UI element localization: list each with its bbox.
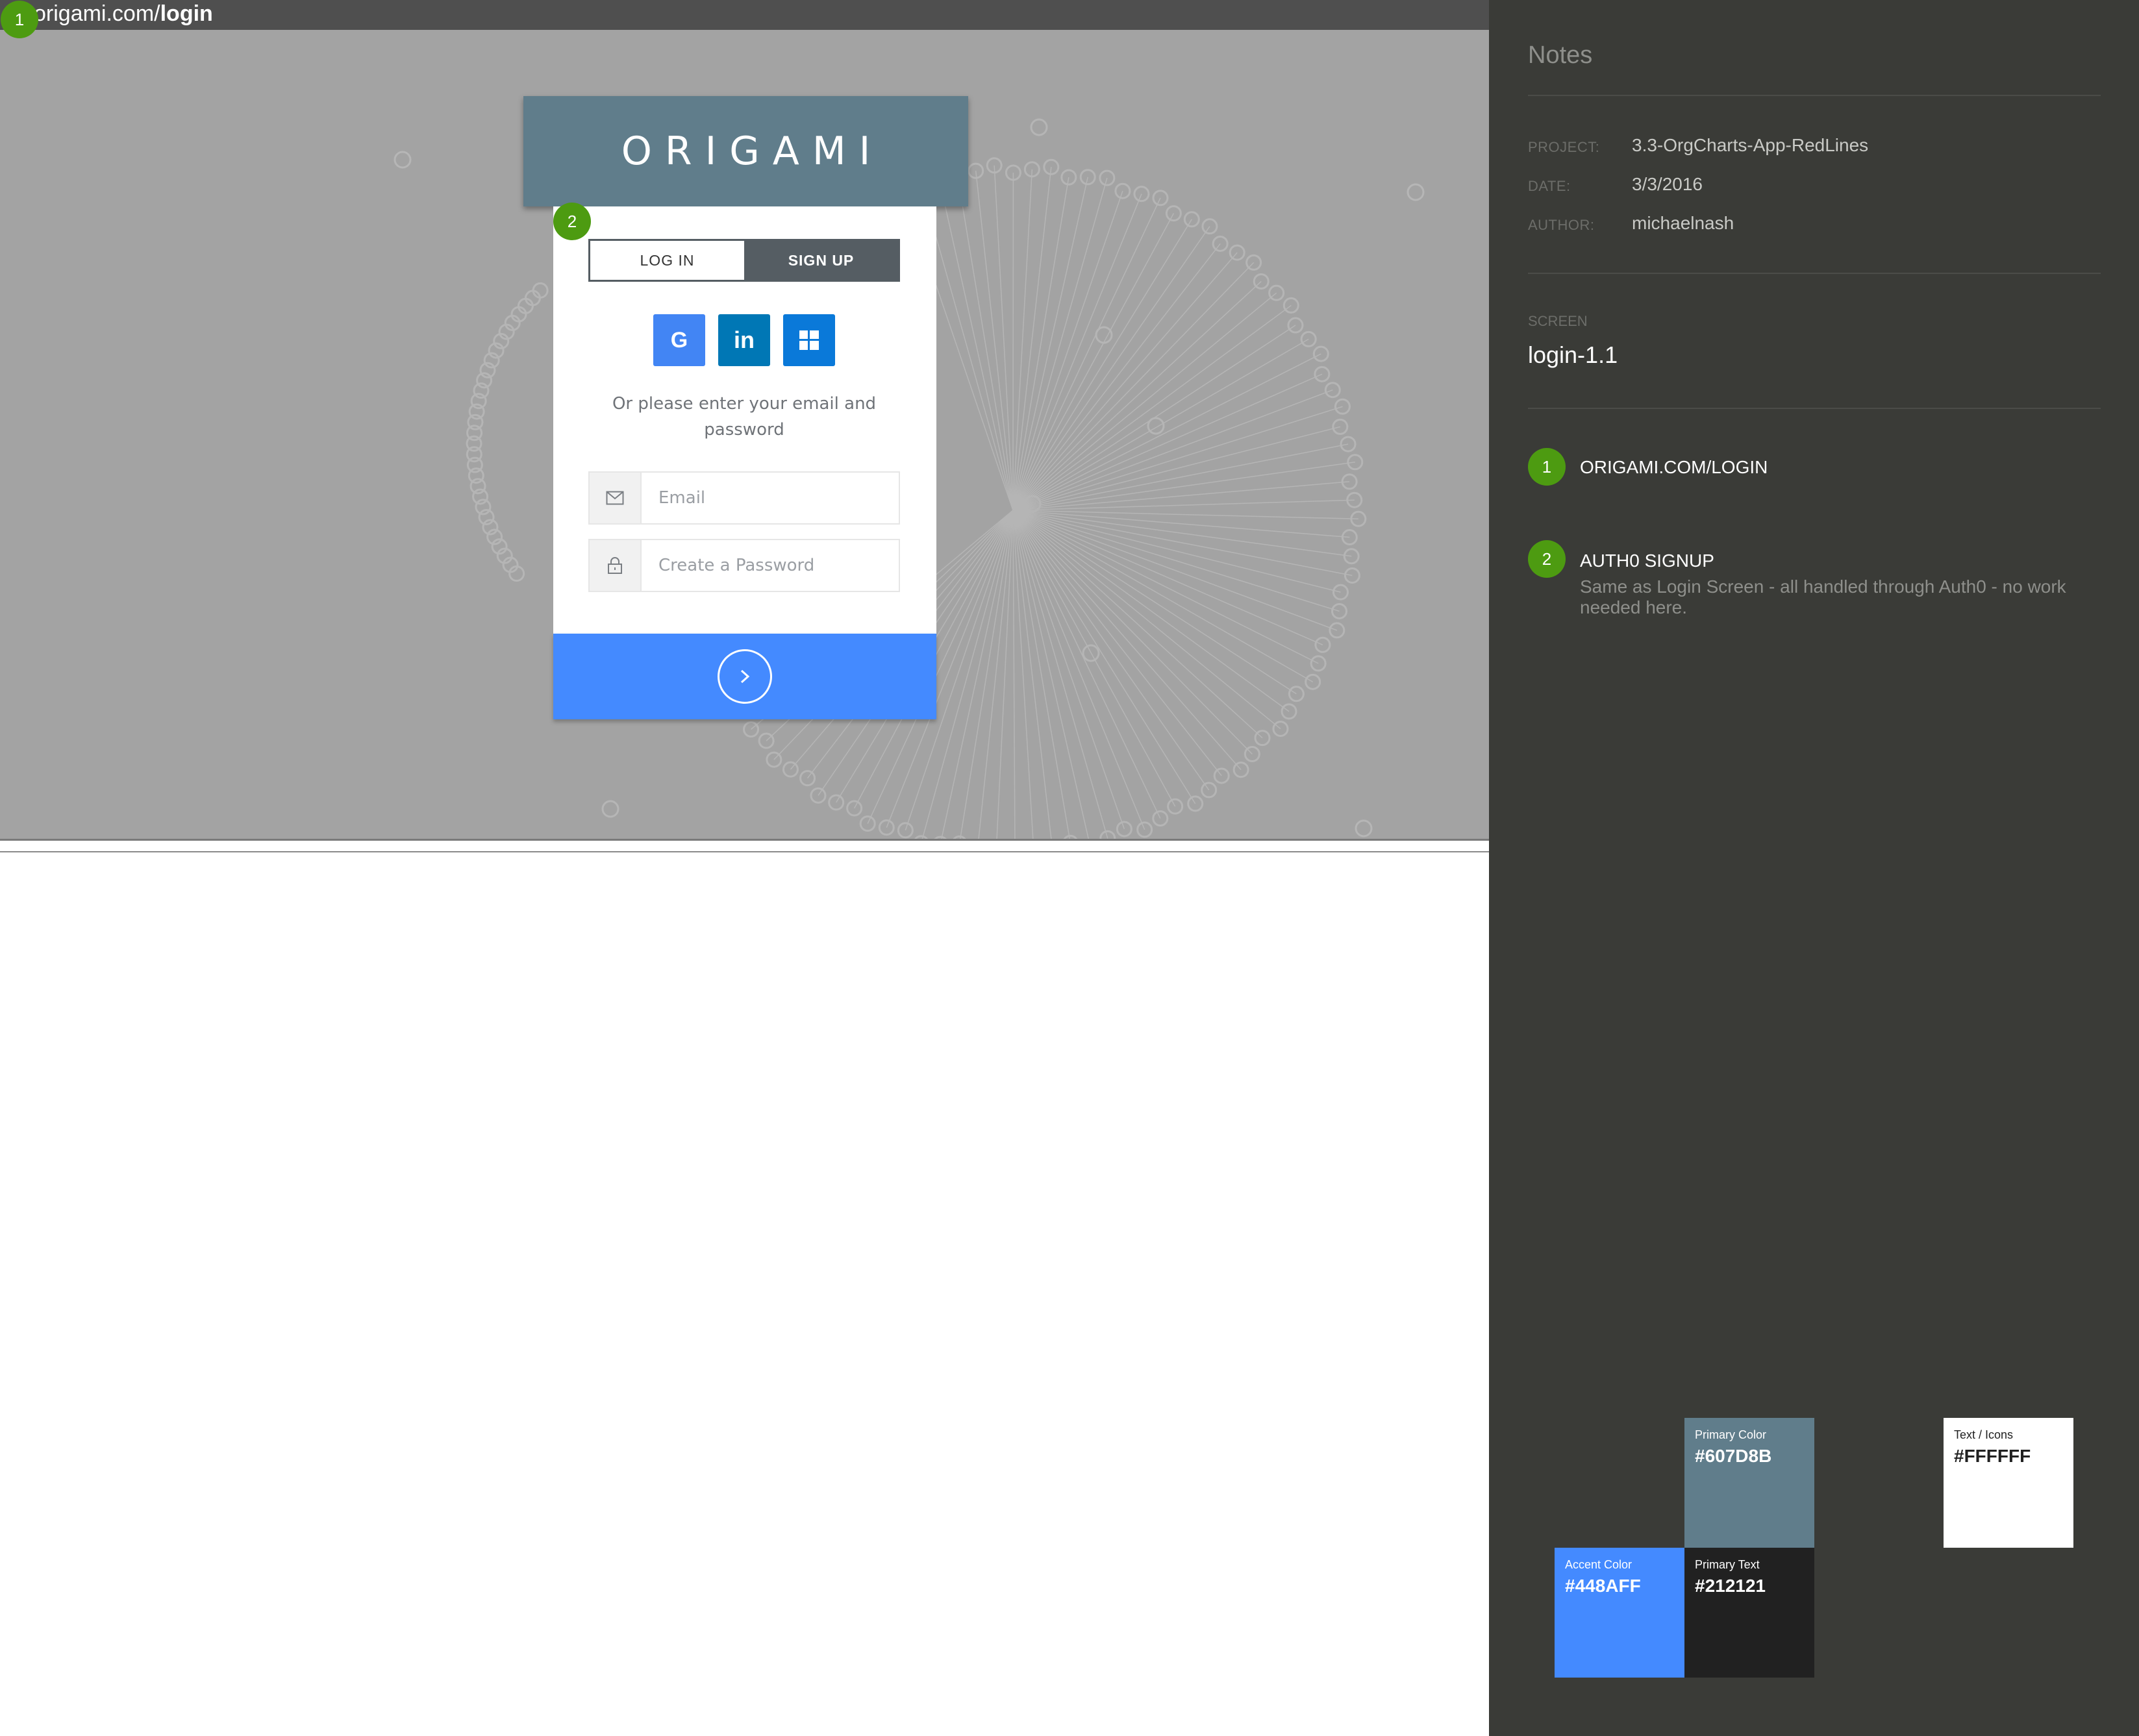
project-value: 3.3-OrgCharts-App-RedLines (1632, 135, 1869, 155)
annotation-marker-2: 2 (553, 203, 591, 240)
swatch-primary-name: Primary Color (1695, 1428, 1767, 1441)
swatch-primary: Primary Color #607D8B (1684, 1418, 1814, 1548)
windows-login-button[interactable] (783, 314, 835, 366)
swatch-text-icons: Text / Icons #FFFFFF (1944, 1418, 2073, 1548)
viewport-divider-secondary (0, 851, 1489, 852)
annotation-marker-1: 1 (1, 1, 38, 38)
url-text: origami.com/login (34, 0, 213, 30)
swatch-primary-text-name: Primary Text (1695, 1558, 1760, 1571)
lock-icon (590, 540, 642, 591)
project-label: PROJECT: (1528, 139, 1600, 155)
password-input[interactable] (642, 540, 899, 591)
email-field (588, 471, 900, 525)
note-2-marker: 2 (1528, 540, 1566, 578)
submit-bar (553, 634, 936, 719)
tab-log-in[interactable]: LOG IN (590, 241, 744, 280)
note-2-title: AUTH0 SIGNUP (1580, 551, 1714, 571)
swatch-text-icons-hex: #FFFFFF (1954, 1446, 2031, 1466)
swatch-primary-hex: #607D8B (1695, 1446, 1772, 1466)
screen-label: SCREEN (1528, 313, 1588, 329)
divider (1528, 408, 2101, 409)
login-card-header: ORIGAMI (523, 96, 968, 206)
notes-title: Notes (1528, 42, 1593, 69)
redline-page: origami.com/login ORIGAMI LOG IN SIGN UP… (0, 0, 2139, 1736)
note-1-title: ORIGAMI.COM/LOGIN (1580, 457, 1768, 477)
tab-sign-up[interactable]: SIGN UP (744, 241, 898, 280)
viewport-divider (0, 839, 1489, 841)
address-bar[interactable]: origami.com/login (0, 0, 1489, 30)
url-prefix: origami.com/ (34, 1, 160, 26)
swatch-primary-text-hex: #212121 (1695, 1576, 1766, 1596)
windows-icon (799, 330, 819, 350)
notes-panel: Notes PROJECT: 3.3-OrgCharts-App-RedLine… (1489, 0, 2139, 1736)
auth-tabs: LOG IN SIGN UP (588, 239, 900, 282)
screen-mockup: origami.com/login ORIGAMI LOG IN SIGN UP… (0, 0, 1489, 1736)
envelope-icon (590, 473, 642, 523)
swatch-accent-name: Accent Color (1565, 1558, 1632, 1571)
swatch-accent-hex: #448AFF (1565, 1576, 1641, 1596)
chevron-right-icon (740, 669, 750, 684)
linkedin-login-button[interactable]: in (718, 314, 770, 366)
divider (1528, 273, 2101, 274)
note-1-marker: 1 (1528, 448, 1566, 486)
google-login-button[interactable]: G (653, 314, 705, 366)
author-label: AUTHOR: (1528, 217, 1595, 233)
submit-button[interactable] (718, 649, 772, 704)
linkedin-icon: in (734, 327, 755, 353)
email-password-hint: Or please enter your email and password (612, 394, 877, 440)
password-field (588, 539, 900, 592)
note-2-description: Same as Login Screen - all handled throu… (1580, 577, 2066, 617)
screen-name: login-1.1 (1528, 341, 1618, 368)
url-path: login (160, 1, 213, 26)
author-value: michaelnash (1632, 213, 1734, 233)
date-label: DATE: (1528, 178, 1571, 194)
brand-logo: ORIGAMI (621, 129, 884, 174)
email-input[interactable] (642, 473, 899, 523)
date-value: 3/3/2016 (1632, 174, 1703, 194)
swatch-primary-text: Primary Text #212121 (1684, 1548, 1814, 1678)
swatch-accent: Accent Color #448AFF (1555, 1548, 1684, 1678)
google-icon: G (670, 327, 688, 353)
divider (1528, 95, 2101, 96)
swatch-text-icons-name: Text / Icons (1954, 1428, 2014, 1441)
